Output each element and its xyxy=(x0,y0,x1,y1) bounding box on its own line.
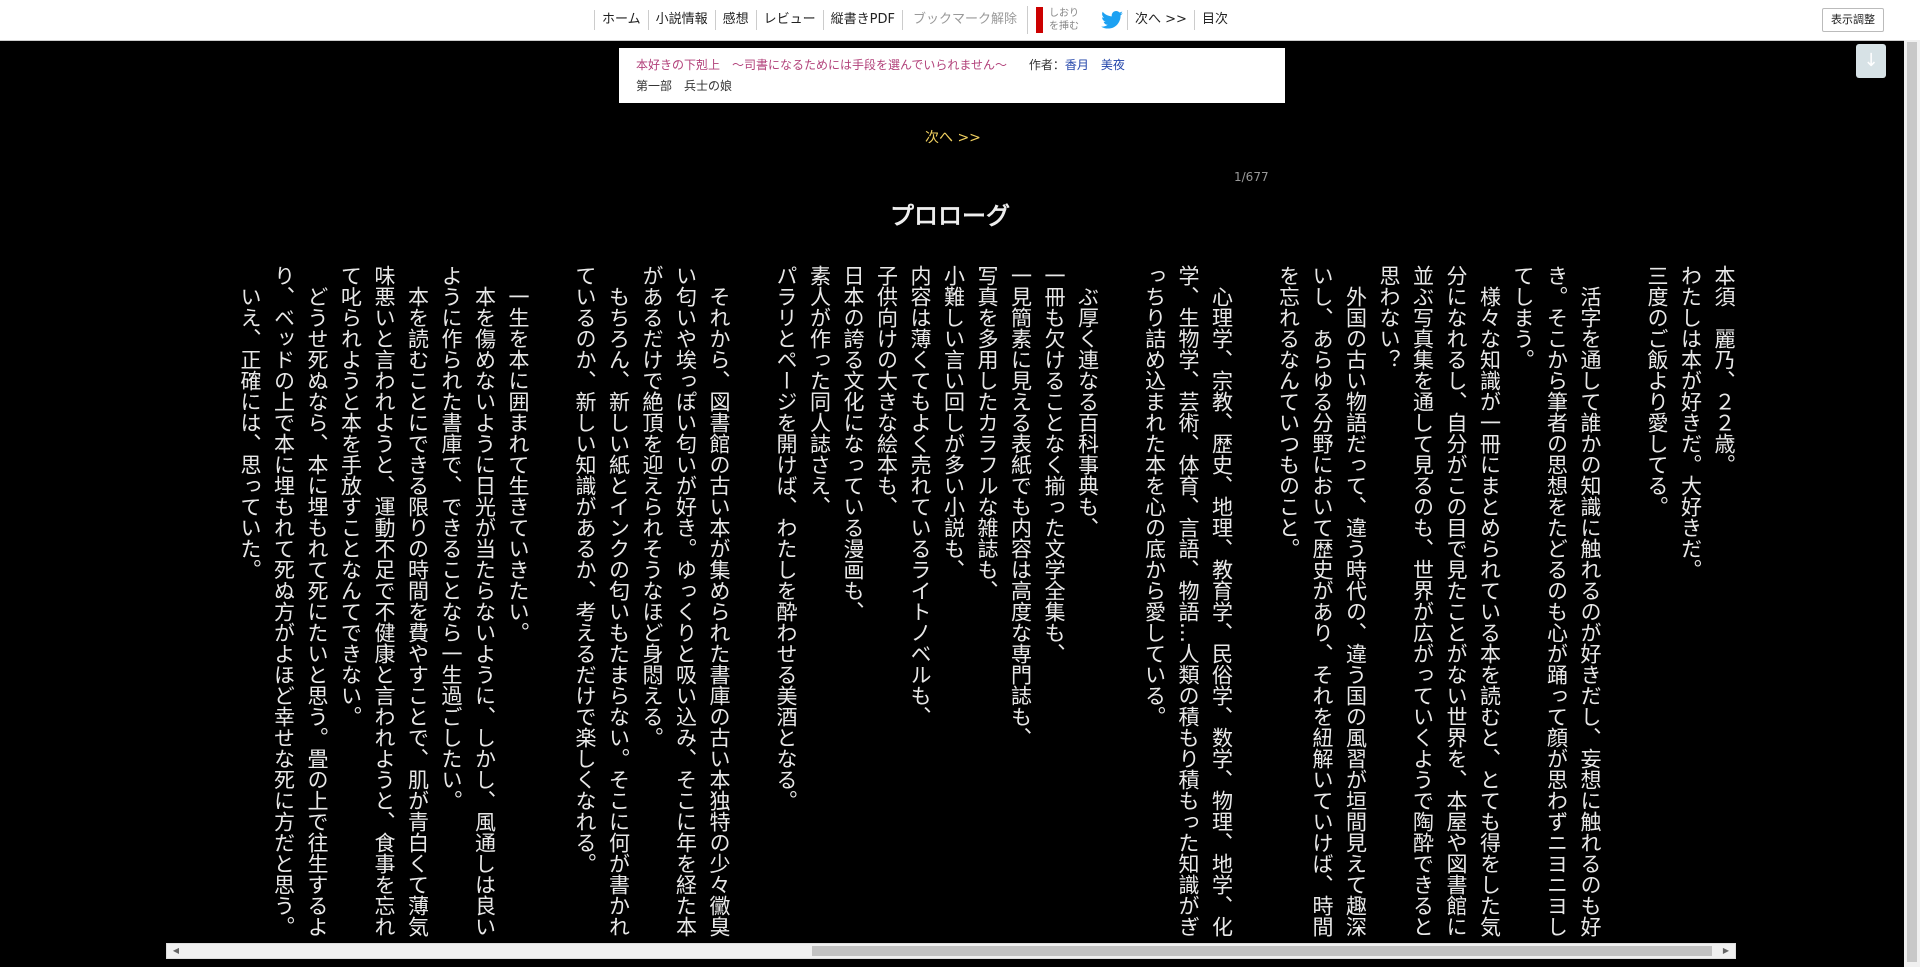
chapter-title: プロローグ xyxy=(890,202,1010,230)
bookmark-ribbon-icon xyxy=(1036,7,1044,33)
nav-next-link[interactable]: 次へ >> xyxy=(1127,10,1194,30)
nav-home-link[interactable]: ホーム xyxy=(594,10,648,30)
body-paragraph: いえ、正確には、思っていた。 xyxy=(238,265,262,580)
body-paragraph: 写真を多用したカラフルな雑誌も、 xyxy=(975,265,999,601)
body-paragraph: 本を読むことにできる限りの時間を費やすことで、肌が青白くて薄気味悪いと言われよう… xyxy=(338,265,430,937)
chapter-name: 第一部 兵士の娘 xyxy=(636,79,733,93)
scroll-right-arrow-icon[interactable]: ▶ xyxy=(1719,945,1733,957)
nav-group: ホーム 小説情報 感想 レビュー 縦書きPDF ブックマーク解除 しおり を挿む… xyxy=(594,6,1235,34)
novel-info-box: 本好きの下剋上 ～司書になるためには手段を選んでいられません～ 作者：香月 美夜… xyxy=(619,48,1285,103)
body-paragraph: 一生を本に囲まれて生きていきたい。 xyxy=(506,265,530,643)
body-paragraph: 一見簡素に見える表紙でも内容は高度な専門誌も、 xyxy=(1008,265,1033,748)
body-paragraph: 内容は薄くてもよく売れているライトノベルも、 xyxy=(908,265,932,727)
body-paragraph: 外国の古い物語だって、違う時代の、違う国の風習が垣間見えて趣深いし、あらゆる分野… xyxy=(1276,265,1368,937)
shiori-bookmark-button[interactable]: しおり を挿む xyxy=(1027,6,1097,34)
scroll-left-arrow-icon[interactable]: ◀ xyxy=(169,945,183,957)
body-paragraph: 子供向けの大きな絵本も、 xyxy=(874,265,899,517)
body-paragraph: もちろん、新しい紙とインクの匂いもたまらない。そこに何が書かれているのか、新しい… xyxy=(573,265,631,937)
scroll-down-button[interactable]: ↓ xyxy=(1856,44,1886,78)
next-page-link[interactable]: 次へ >> xyxy=(925,127,981,147)
body-paragraph: 活字を通して誰かの知識に触れるのが好きだし、妄想に触れるのも好き。そこから筆者の… xyxy=(1511,265,1602,937)
vertical-text-column: 本須 麗乃、２２歳。 わたしは本が好きだ。大好きだ。 三度のご飯より愛してる。 活字… xyxy=(233,265,1741,945)
nav-novel-info-link[interactable]: 小説情報 xyxy=(647,10,715,30)
body-paragraph: ぶ厚く連なる百科事典も、 xyxy=(1075,265,1100,538)
top-navigation-bar: ホーム 小説情報 感想 レビュー 縦書きPDF ブックマーク解除 しおり を挿む… xyxy=(0,0,1920,41)
body-paragraph: 三度のご飯より愛してる。 xyxy=(1645,265,1669,517)
nav-toc-link[interactable]: 目次 xyxy=(1193,10,1235,30)
twitter-share-button[interactable] xyxy=(1097,6,1127,34)
body-paragraph: どうせ死ぬなら、本に埋もれて死にたいと思う。畳の上で往生するより、ベッドの上で本… xyxy=(271,265,330,937)
author-link[interactable]: 香月 美夜 xyxy=(1065,58,1125,72)
author-label: 作者： xyxy=(1028,58,1065,72)
horizontal-scrollbar[interactable]: ◀ ▶ xyxy=(166,943,1736,959)
novel-body: 本須 麗乃、２２歳。 わたしは本が好きだ。大好きだ。 三度のご飯より愛してる。 活字… xyxy=(200,265,1740,945)
body-paragraph: 小難しい言い回しが多い小説も、 xyxy=(941,265,966,580)
series-title-link[interactable]: 本好きの下剋上 ～司書になるためには手段を選んでいられません～ xyxy=(636,58,1007,72)
nav-review-link[interactable]: レビュー xyxy=(755,10,823,30)
body-paragraph: 本須 麗乃、２２歳。 xyxy=(1712,265,1736,475)
page-counter: 1/677 xyxy=(1234,170,1269,184)
body-paragraph: 本を傷めないように日光が当たらないように、しかし、風通しは良いように作られた書庫… xyxy=(439,265,497,937)
nav-impressions-link[interactable]: 感想 xyxy=(714,10,756,30)
body-paragraph: 素人が作った同人誌さえ、 xyxy=(807,265,832,517)
bookmark-remove-button[interactable]: ブックマーク解除 xyxy=(902,10,1027,30)
shiori-label: しおり を挿む xyxy=(1049,8,1080,32)
body-paragraph: それから、図書館の古い本が集められた書庫の古い本独特の少々黴臭い匂いや埃っぽい匂… xyxy=(640,265,731,937)
title-line: 本好きの下剋上 ～司書になるためには手段を選んでいられません～ 作者：香月 美夜 xyxy=(636,56,1125,73)
body-paragraph: 心理学、宗教、歴史、地理、教育学、民俗学、数学、物理、地学、化学、生物学、芸術、… xyxy=(1142,265,1234,937)
body-paragraph: 一冊も欠けることなく揃った文学全集も、 xyxy=(1042,265,1066,664)
body-paragraph: 日本の誇る文化になっている漫画も、 xyxy=(841,265,865,622)
nav-vertical-pdf-link[interactable]: 縦書きPDF xyxy=(822,10,902,30)
body-paragraph: パラリとページを開けば、わたしを酔わせる美酒となる。 xyxy=(774,265,798,811)
vertical-scrollbar[interactable] xyxy=(1904,40,1920,967)
vertical-scrollbar-thumb[interactable] xyxy=(1907,42,1917,962)
body-paragraph: わたしは本が好きだ。大好きだ。 xyxy=(1678,265,1703,580)
horizontal-scrollbar-thumb[interactable] xyxy=(812,946,1712,956)
body-paragraph: 様々な知識が一冊にまとめられている本を読むと、とても得をした気分になれるし、自分… xyxy=(1377,265,1502,937)
twitter-bird-icon xyxy=(1101,11,1123,29)
display-adjust-button[interactable]: 表示調整 xyxy=(1822,8,1884,32)
